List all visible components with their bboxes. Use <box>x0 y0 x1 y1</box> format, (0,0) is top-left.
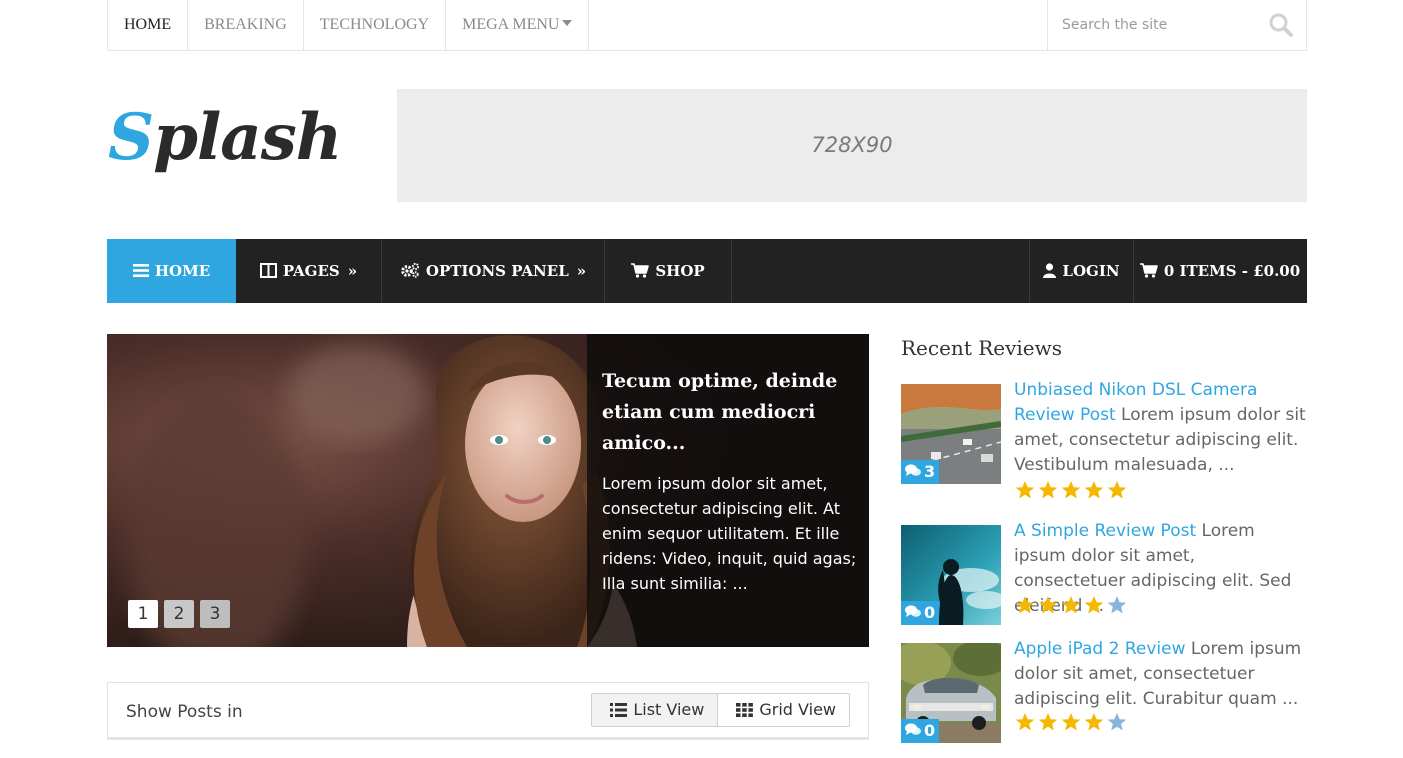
star-rating <box>1014 712 1128 732</box>
topnav-item-home[interactable]: HOME <box>108 0 189 50</box>
search-input[interactable] <box>1060 12 1264 38</box>
topnav-item-technology[interactable]: TECHNOLOGY <box>304 0 447 50</box>
mainnav-login[interactable]: LOGIN <box>1029 239 1134 303</box>
star-icon <box>1084 596 1104 614</box>
mainnav-label: SHOP <box>655 262 705 280</box>
ad-size-label: 728X90 <box>811 133 893 157</box>
mainnav-label: OPTIONS PANEL <box>425 262 569 280</box>
cart-icon <box>631 262 650 278</box>
star-icon <box>1107 481 1127 499</box>
topnav-label: BREAKING <box>204 16 287 33</box>
slide-excerpt: Lorem ipsum dolor sit amet, consectetur … <box>602 474 857 593</box>
review-text: Unbiased Nikon DSL Camera Review Post Lo… <box>1014 378 1306 478</box>
star-rating <box>1014 480 1128 500</box>
chevron-right-icon: » <box>347 262 358 280</box>
logo-rest: plash <box>153 100 342 175</box>
star-icon <box>1061 596 1081 614</box>
review-item: 0 A Simple Review Post Lorem ipsum dolor… <box>901 521 1306 625</box>
search-box <box>1047 0 1306 50</box>
pager-button-2[interactable]: 2 <box>164 600 194 628</box>
cart-icon <box>1139 262 1158 278</box>
topnav-item-breaking[interactable]: BREAKING <box>188 0 304 50</box>
topnav-label: MEGA MENU <box>462 16 560 33</box>
main-nav: HOME PAGES » OPTIONS PANEL » SHOP LOGIN 0 … <box>107 239 1307 303</box>
comment-count-badge: 0 <box>901 719 940 743</box>
gears-icon <box>401 262 419 278</box>
star-icon <box>1107 596 1127 614</box>
list-icon <box>610 702 628 717</box>
top-bar: HOME BREAKING TECHNOLOGY MEGA MENU <box>107 0 1307 51</box>
chevron-right-icon: » <box>576 262 587 280</box>
review-item: 0 Apple iPad 2 Review Lorem ipsum dolor … <box>901 639 1306 743</box>
star-icon <box>1107 713 1127 731</box>
comments-icon <box>905 605 921 617</box>
mainnav-label: PAGES <box>282 262 340 280</box>
review-item: 3 Unbiased Nikon DSL Camera Review Post … <box>901 380 1306 504</box>
grid-view-button[interactable]: Grid View <box>718 694 849 726</box>
star-icon <box>1038 713 1058 731</box>
star-icon <box>1015 481 1035 499</box>
site-logo[interactable]: Splash <box>108 98 342 178</box>
mainnav-label: HOME <box>154 262 211 280</box>
comment-count: 0 <box>924 721 936 740</box>
comments-icon <box>905 723 921 735</box>
star-icon <box>1015 713 1035 731</box>
grid-icon <box>736 702 754 717</box>
pager-button-1[interactable]: 1 <box>128 600 158 628</box>
top-nav: HOME BREAKING TECHNOLOGY MEGA MENU <box>108 0 590 50</box>
slide-pager: 1 2 3 <box>128 600 230 628</box>
review-title-link[interactable]: Apple iPad 2 Review <box>1014 639 1186 659</box>
review-title-link[interactable]: A Simple Review Post <box>1014 521 1196 541</box>
featured-slider[interactable]: Tecum optime, deinde etiam cum mediocri … <box>107 334 869 647</box>
review-thumbnail[interactable]: 0 <box>901 643 1001 743</box>
review-thumbnail[interactable]: 0 <box>901 525 1001 625</box>
ad-banner[interactable]: 728X90 <box>397 89 1307 202</box>
mainnav-pages[interactable]: PAGES » <box>236 239 382 303</box>
menu-bars-icon <box>132 263 149 277</box>
grid-view-label: Grid View <box>759 700 836 719</box>
mainnav-label: 0 ITEMS - £0.00 <box>1163 262 1301 280</box>
comment-count: 3 <box>924 462 936 481</box>
review-text: Apple iPad 2 Review Lorem ipsum dolor si… <box>1014 637 1306 712</box>
list-view-button[interactable]: List View <box>592 694 719 726</box>
star-icon <box>1038 596 1058 614</box>
star-icon <box>1061 481 1081 499</box>
star-icon <box>1038 481 1058 499</box>
slide-title[interactable]: Tecum optime, deinde etiam cum mediocri … <box>602 366 852 459</box>
mainnav-options-panel[interactable]: OPTIONS PANEL » <box>382 239 605 303</box>
comment-count-badge: 0 <box>901 601 940 625</box>
star-icon <box>1015 596 1035 614</box>
comment-count: 0 <box>924 603 936 622</box>
star-icon <box>1084 713 1104 731</box>
topnav-item-mega-menu[interactable]: MEGA MENU <box>446 0 590 50</box>
mainnav-shop[interactable]: SHOP <box>605 239 732 303</box>
topnav-label: TECHNOLOGY <box>319 16 430 33</box>
star-rating <box>1014 595 1128 615</box>
star-icon <box>1084 481 1104 499</box>
review-thumbnail[interactable]: 3 <box>901 384 1001 484</box>
star-icon <box>1061 713 1081 731</box>
sidebar-title: Recent Reviews <box>901 336 1063 360</box>
view-toggle: List View Grid View <box>591 693 850 727</box>
view-mode-bar: Show Posts in List View Grid View <box>107 682 869 740</box>
caret-down-icon <box>562 20 573 27</box>
comment-count-badge: 3 <box>901 460 940 484</box>
mainnav-cart[interactable]: 0 ITEMS - £0.00 <box>1133 239 1307 303</box>
search-icon[interactable] <box>1268 12 1294 38</box>
columns-icon <box>259 262 277 278</box>
mainnav-label: LOGIN <box>1062 262 1120 280</box>
mainnav-home[interactable]: HOME <box>107 239 236 303</box>
comments-icon <box>905 464 921 476</box>
pager-button-3[interactable]: 3 <box>200 600 230 628</box>
logo-initial: S <box>108 100 154 175</box>
user-icon <box>1043 262 1057 278</box>
topnav-label: HOME <box>124 16 172 33</box>
view-mode-label: Show Posts in <box>126 702 243 722</box>
list-view-label: List View <box>633 700 705 719</box>
